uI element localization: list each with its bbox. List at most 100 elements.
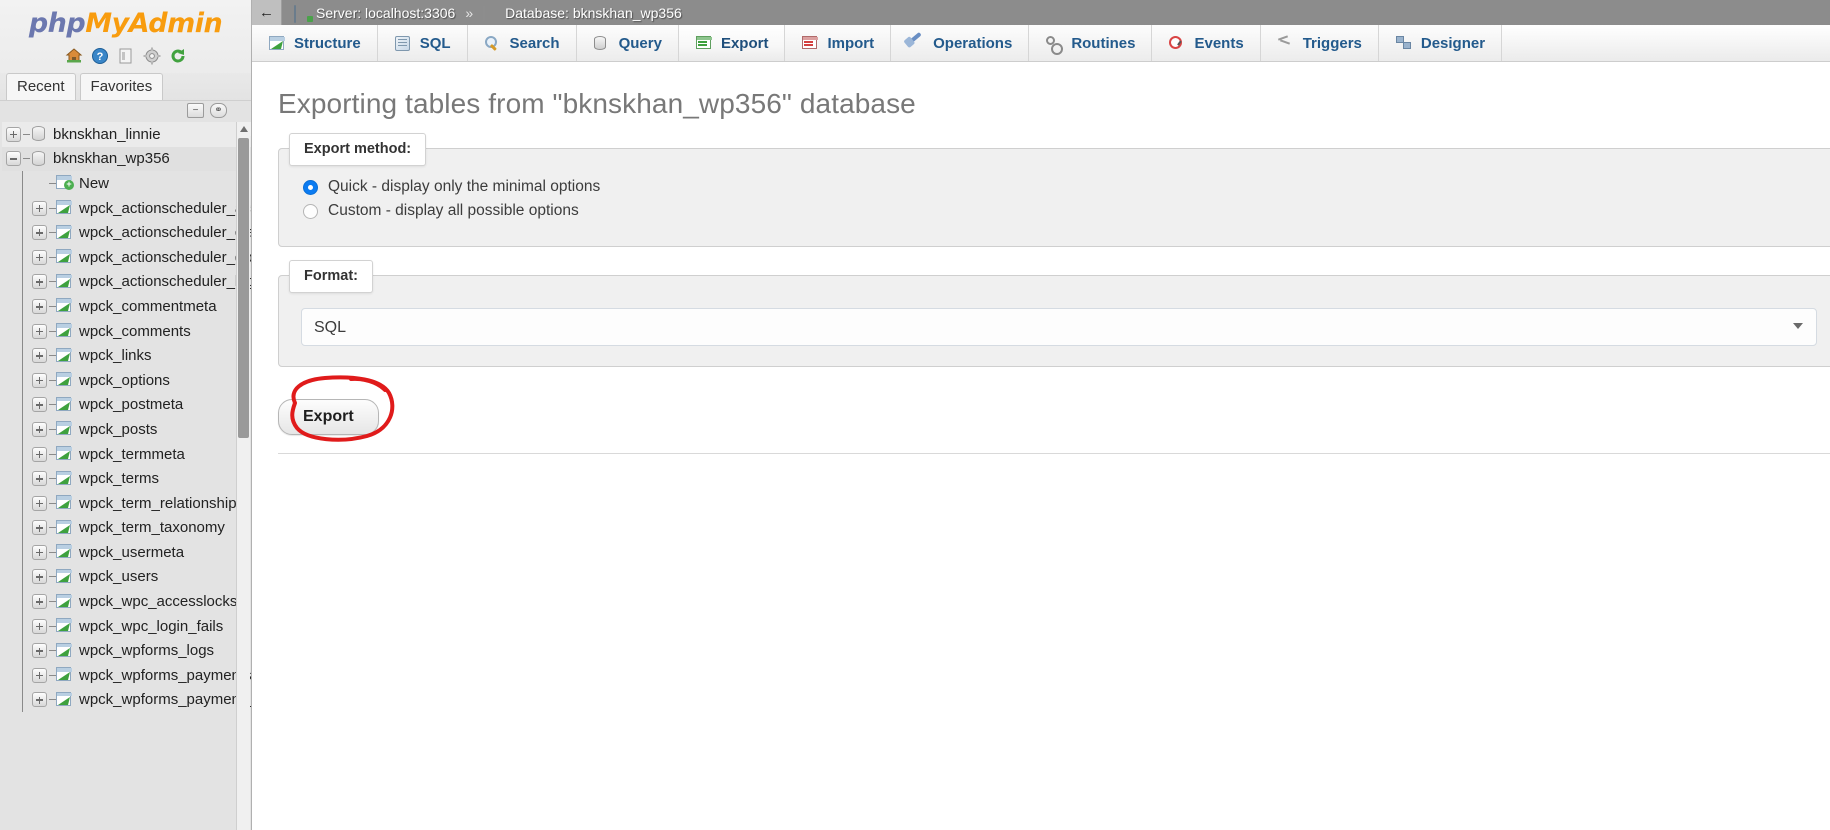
quick-radio[interactable] [303, 179, 318, 195]
expand-node-icon[interactable] [32, 200, 47, 216]
export-button[interactable]: Export [278, 399, 379, 435]
tree-item-database[interactable]: bknskhan_wp356 [2, 146, 251, 172]
gear-icon[interactable] [143, 47, 161, 65]
recent-tab[interactable]: Recent [6, 73, 76, 100]
tree-item-table[interactable]: wpck_comments [2, 318, 251, 344]
custom-radio-label[interactable]: Custom - display all possible options [328, 202, 579, 220]
tree-item-table[interactable]: wpck_actionscheduler_acti [2, 195, 251, 221]
tree-item-table[interactable]: wpck_commentmeta [2, 294, 251, 319]
expand-node-icon[interactable] [32, 667, 47, 683]
expand-node-icon[interactable] [32, 298, 47, 314]
sidebar-scroll-thumb[interactable] [238, 138, 249, 438]
tree-item-label[interactable]: wpck_users [79, 568, 158, 585]
expand-node-icon[interactable] [32, 544, 47, 560]
tree-item-label[interactable]: wpck_postmeta [79, 396, 183, 413]
tab-query[interactable]: Query [576, 25, 679, 61]
tree-item-table[interactable]: wpck_term_taxonomy [2, 515, 251, 541]
link-with-main-panel-icon[interactable]: ⚭ [210, 103, 227, 118]
tree-item-label[interactable]: bknskhan_wp356 [53, 150, 170, 167]
collapse-all-icon[interactable]: − [187, 103, 204, 118]
tree-item-label[interactable]: wpck_term_taxonomy [79, 519, 225, 536]
collapse-node-icon[interactable] [6, 151, 21, 167]
tab-structure[interactable]: Structure [252, 25, 378, 61]
tree-item-table[interactable]: wpck_usermeta [2, 540, 251, 565]
tree-item-table[interactable]: wpck_actionscheduler_clai [2, 220, 251, 245]
tree-item-table[interactable]: wpck_wpc_login_fails [2, 613, 251, 639]
tab-sql[interactable]: SQL [377, 25, 468, 61]
breadcrumb-database[interactable]: Database: bknskhan_wp356 [505, 5, 682, 21]
tree-item-table[interactable]: wpck_posts [2, 417, 251, 442]
tree-item-label[interactable]: wpck_options [79, 372, 170, 389]
tree-item-label[interactable]: wpck_links [79, 347, 152, 364]
expand-node-icon[interactable] [32, 618, 47, 634]
tree-item-table[interactable]: wpck_terms [2, 466, 251, 491]
expand-node-icon[interactable] [32, 594, 47, 610]
tree-item-label[interactable]: wpck_termmeta [79, 446, 185, 463]
tab-triggers[interactable]: Triggers [1260, 25, 1379, 61]
tree-item-table[interactable]: wpck_users [2, 564, 251, 590]
back-button[interactable]: ← [252, 0, 282, 25]
tree-item-label[interactable]: wpck_commentmeta [79, 298, 217, 315]
tree-item-table[interactable]: wpck_actionscheduler_gro [2, 244, 251, 270]
tree-item-label[interactable]: bknskhan_linnie [53, 126, 161, 143]
tree-item-database[interactable]: bknskhan_linnie [2, 122, 251, 147]
tree-item-label[interactable]: wpck_actionscheduler_acti [79, 200, 251, 217]
expand-node-icon[interactable] [32, 249, 47, 265]
tree-item-table[interactable]: wpck_wpforms_logs [2, 638, 251, 664]
tree-item-label[interactable]: wpck_posts [79, 421, 157, 438]
tree-item-label[interactable]: wpck_usermeta [79, 544, 184, 561]
expand-node-icon[interactable] [32, 692, 47, 708]
tab-designer[interactable]: Designer [1378, 25, 1503, 61]
export-method-option-quick[interactable]: Quick - display only the minimal options [303, 178, 1815, 196]
expand-node-icon[interactable] [6, 126, 21, 142]
documentation-icon[interactable] [117, 47, 135, 65]
expand-node-icon[interactable] [32, 471, 47, 487]
tree-item-table[interactable]: wpck_wpforms_payment_r [2, 687, 251, 713]
quick-radio-label[interactable]: Quick - display only the minimal options [328, 178, 600, 196]
expand-node-icon[interactable] [32, 348, 47, 364]
tab-routines[interactable]: Routines [1029, 25, 1153, 61]
tree-item-label[interactable]: wpck_actionscheduler_gro [79, 249, 251, 266]
expand-node-icon[interactable] [32, 569, 47, 585]
tab-export[interactable]: Export [678, 25, 786, 61]
tab-import[interactable]: Import [785, 25, 892, 61]
tree-item-label[interactable]: New [79, 175, 109, 192]
tab-events[interactable]: Events [1152, 25, 1261, 61]
format-select[interactable]: SQLCSVCSV for MS ExcelJSONPDFOpen Docume… [301, 308, 1817, 346]
tree-item-label[interactable]: wpck_terms [79, 470, 159, 487]
tree-item-table[interactable]: wpck_actionscheduler_logs [2, 269, 251, 295]
tree-item-new[interactable]: New [2, 171, 251, 196]
expand-node-icon[interactable] [32, 274, 47, 290]
tree-item-label[interactable]: wpck_actionscheduler_logs [79, 273, 251, 290]
reload-icon[interactable] [169, 47, 187, 65]
home-icon[interactable] [65, 47, 83, 65]
expand-node-icon[interactable] [32, 446, 47, 462]
tree-item-table[interactable]: wpck_wpc_accesslocks [2, 589, 251, 614]
tree-item-label[interactable]: wpck_term_relationships [79, 495, 244, 512]
tree-item-table[interactable]: wpck_wpforms_payments [2, 663, 251, 688]
tree-item-label[interactable]: wpck_wpforms_logs [79, 642, 214, 659]
breadcrumb-server[interactable]: Server: localhost:3306 [316, 5, 455, 21]
tree-item-table[interactable]: wpck_term_relationships [2, 490, 251, 516]
expand-node-icon[interactable] [32, 421, 47, 437]
scroll-up-arrow[interactable] [237, 122, 251, 136]
tab-search[interactable]: Search [467, 25, 577, 61]
tree-item-label[interactable]: wpck_wpc_accesslocks [79, 593, 237, 610]
favorites-tab[interactable]: Favorites [79, 73, 164, 100]
expand-node-icon[interactable] [32, 520, 47, 536]
export-method-option-custom[interactable]: Custom - display all possible options [303, 202, 1815, 220]
tree-item-label[interactable]: wpck_actionscheduler_clai [79, 224, 251, 241]
tree-item-label[interactable]: wpck_wpforms_payment_r [79, 691, 251, 708]
phpmyadmin-logo[interactable]: phpMyAdmin [0, 8, 251, 39]
expand-node-icon[interactable] [32, 495, 47, 511]
tree-item-label[interactable]: wpck_comments [79, 323, 191, 340]
expand-node-icon[interactable] [32, 643, 47, 659]
tree-item-table[interactable]: wpck_links [2, 343, 251, 368]
expand-node-icon[interactable] [32, 323, 47, 339]
tree-item-label[interactable]: wpck_wpc_login_fails [79, 618, 223, 635]
tree-item-table[interactable]: wpck_termmeta [2, 441, 251, 467]
custom-radio[interactable] [303, 203, 318, 219]
expand-node-icon[interactable] [32, 225, 47, 241]
help-icon[interactable]: ? [91, 47, 109, 65]
tab-operations[interactable]: Operations [891, 25, 1030, 61]
